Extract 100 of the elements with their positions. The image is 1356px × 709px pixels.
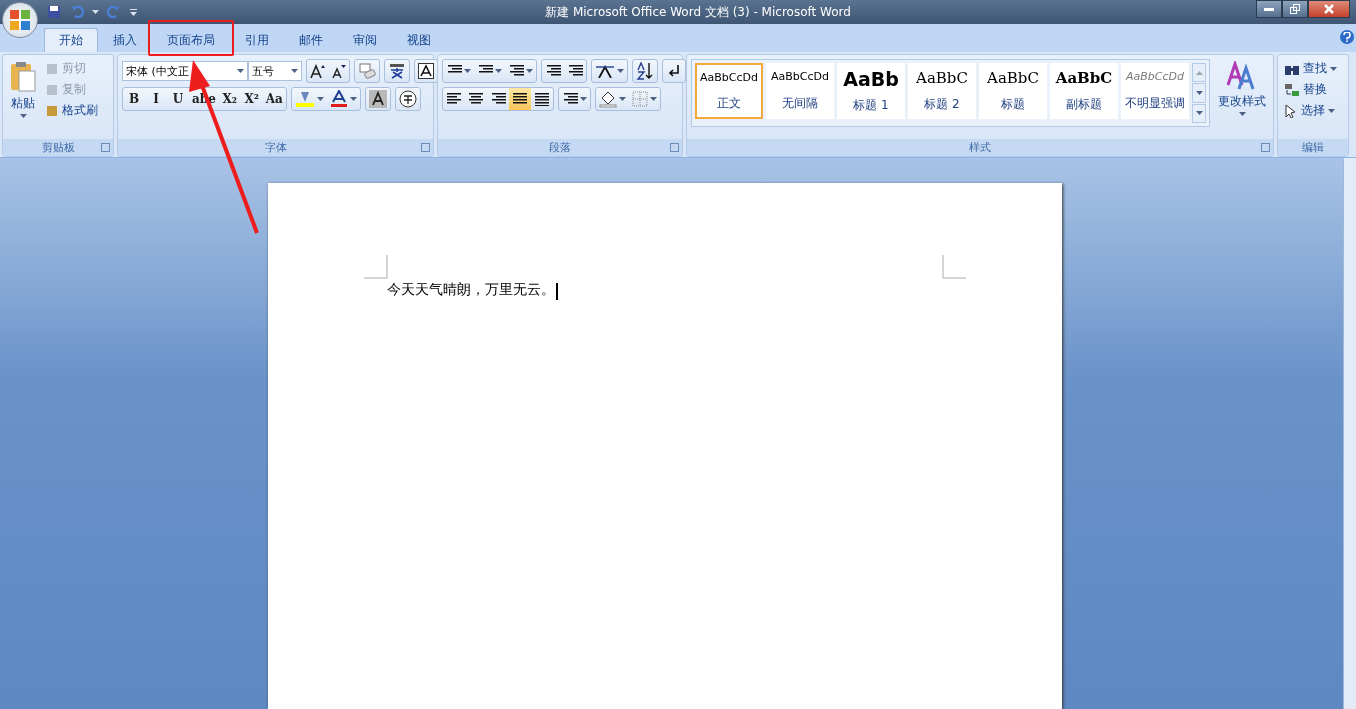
justify-button[interactable]: [509, 88, 531, 110]
shrink-font-icon: [332, 64, 346, 78]
decrease-indent-icon: [545, 64, 561, 78]
dropdown-arrow-icon: [495, 69, 502, 73]
margin-corner-mark: [941, 255, 966, 279]
dropdown-arrow-icon: [619, 97, 626, 101]
dropdown-arrow-icon: [349, 97, 357, 101]
style-tile[interactable]: AaBbC 标题: [979, 63, 1047, 119]
eraser-icon: [358, 63, 376, 79]
dropdown-arrow-icon: [237, 69, 244, 73]
dropdown-arrow-icon: [316, 97, 324, 101]
line-spacing-icon: [562, 92, 578, 106]
stretch-a-icon: [595, 64, 615, 78]
clipboard-command[interactable]: 格式刷: [43, 101, 100, 120]
cursor-icon: [1284, 103, 1298, 118]
format-button[interactable]: X₂: [218, 88, 241, 110]
align-right-icon: [490, 92, 506, 106]
dropdown-arrow-icon: [464, 69, 471, 73]
format-button[interactable]: Aa: [262, 88, 286, 110]
format-button[interactable]: X²: [240, 88, 263, 110]
dropdown-arrow-icon: [1195, 111, 1203, 116]
grow-font-icon: [310, 64, 326, 78]
text-cursor: [555, 283, 558, 300]
font-name-field[interactable]: 宋体 (中文正: [122, 61, 248, 81]
align-center-icon: [468, 92, 484, 106]
format-button[interactable]: U: [167, 88, 189, 110]
dropdown-arrow-icon: [1328, 108, 1335, 113]
ribbon-tab[interactable]: 邮件: [284, 28, 338, 52]
dropdown-arrow-icon: [1330, 66, 1337, 71]
group-label: 段落: [549, 140, 571, 155]
paste-button[interactable]: 粘贴: [7, 59, 39, 135]
increase-indent-icon: [567, 64, 583, 78]
restore-icon: [1290, 4, 1300, 14]
window-title: 新建 Microsoft Office Word 文档 (3) - Microsoft Word: [544, 3, 852, 21]
phonetic-guide-icon: [388, 63, 406, 79]
restore-button[interactable]: [1282, 0, 1308, 18]
ribbon-tab[interactable]: 引用: [230, 28, 284, 52]
group-label: 样式: [969, 140, 991, 155]
ribbon-tab[interactable]: 审阅: [338, 28, 392, 52]
format-button[interactable]: I: [145, 88, 167, 110]
sort-az-icon: [636, 62, 654, 80]
dropdown-arrow-icon: [130, 8, 137, 16]
minimize-icon: [1264, 7, 1274, 11]
style-tile[interactable]: AaBbC 副标题: [1050, 63, 1118, 119]
clipboard-icon: [9, 61, 37, 93]
dropdown-arrow-icon: [617, 69, 624, 73]
format-button[interactable]: B: [123, 88, 145, 110]
minimize-button[interactable]: [1256, 0, 1282, 18]
dropdown-arrow-icon: [92, 10, 99, 14]
circled-character-icon: [398, 90, 417, 108]
group-label: 字体: [264, 140, 287, 155]
style-tile[interactable]: AaBbC 标题 2: [908, 63, 976, 119]
up-arrow-icon: [1195, 70, 1203, 75]
style-tile[interactable]: AaBbCcDd 无间隔: [766, 63, 834, 119]
justify-icon: [512, 92, 528, 106]
style-tile[interactable]: AaBbCcDd 正文: [695, 63, 763, 119]
ribbon-tab[interactable]: 开始: [44, 28, 98, 52]
dropdown-arrow-icon: [526, 69, 533, 73]
multilevel-list-icon: [508, 64, 524, 78]
margin-corner-mark: [363, 255, 388, 279]
group-label: 剪贴板: [41, 140, 75, 155]
dropdown-arrow-icon: [1238, 112, 1246, 116]
scroll-down-button[interactable]: [1192, 83, 1206, 103]
undo-icon: [71, 5, 85, 19]
style-tile[interactable]: AaBb 标题 1: [837, 63, 905, 119]
help-icon[interactable]: [1340, 30, 1354, 44]
double-a-icon: [1227, 61, 1257, 91]
editing-command[interactable]: 选择: [1282, 101, 1339, 120]
vertical-scrollbar[interactable]: [1343, 158, 1356, 709]
editing-command[interactable]: 查找: [1282, 59, 1339, 78]
close-icon: [1324, 4, 1334, 14]
editing-command[interactable]: 替换: [1282, 80, 1339, 99]
shaded-letter-icon: [368, 90, 387, 108]
close-button[interactable]: [1308, 0, 1350, 18]
dropdown-arrow-icon: [650, 97, 657, 101]
dropdown-arrow-icon: [1195, 91, 1203, 95]
return-arrow-icon: [666, 63, 682, 79]
font-size-field[interactable]: 五号: [248, 61, 302, 81]
style-tile[interactable]: AaBbCcDd 不明显强调: [1121, 63, 1189, 119]
replace-icon: [1284, 82, 1300, 97]
document-text: 今天天气晴朗，万里无云。: [386, 281, 555, 299]
more-styles-button[interactable]: [1192, 103, 1206, 123]
dropdown-arrow-icon: [19, 114, 27, 118]
redo-icon: [106, 5, 120, 19]
letter-a-color-icon: [329, 90, 348, 108]
paint-bucket-icon: [599, 90, 617, 108]
group-label: 编辑: [1302, 140, 1324, 155]
highlighter-icon: [294, 90, 315, 108]
border-grid-icon: [632, 91, 648, 107]
distribute-icon: [534, 92, 550, 106]
change-styles-button[interactable]: 更改样式: [1216, 59, 1268, 135]
dropdown-arrow-icon: [580, 97, 587, 101]
character-border-button[interactable]: [415, 60, 437, 82]
dropdown-arrow-icon: [291, 69, 298, 73]
align-left-icon: [446, 92, 462, 106]
office-logo-icon: [9, 9, 31, 31]
ribbon-tab[interactable]: 插入: [98, 28, 152, 52]
bordered-letter-icon: [418, 63, 434, 79]
ribbon-tab[interactable]: 视图: [392, 28, 446, 52]
ribbon-tab[interactable]: 页面布局: [152, 28, 230, 52]
